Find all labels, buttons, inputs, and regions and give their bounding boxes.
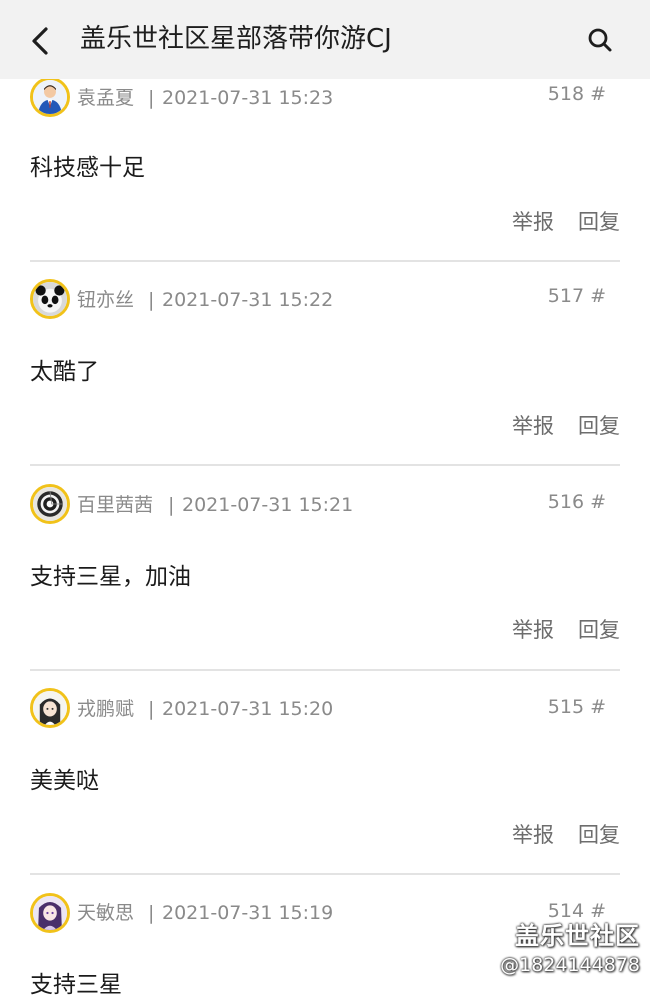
search-icon [588,28,612,52]
post-content: 太酷了 [30,359,99,385]
watermark-user: @1824144878 [500,954,640,976]
divider [30,669,620,671]
divider [30,260,620,262]
search-button[interactable] [580,20,620,60]
avatar[interactable] [30,893,70,933]
divider [30,464,620,466]
back-button[interactable] [18,18,64,64]
avatar[interactable] [30,688,70,728]
avatar[interactable] [30,77,70,117]
username[interactable]: 百里茜茜 [77,493,153,517]
anime-character-avatar-icon [33,896,67,930]
reply-button[interactable]: 回复 [578,616,620,644]
post-content: 支持三星 [30,972,122,997]
username[interactable]: 钮亦丝 [77,288,134,312]
chevron-left-icon [32,27,48,55]
page-title: 盖乐世社区星部落带你游CJ [80,24,392,54]
meta-separator: | [168,494,175,516]
post-feed[interactable]: 袁孟夏 | 2021-07-31 15:23 518 # 科技感十足 举报 回复… [0,0,650,997]
floor-number: 515 # [547,696,606,718]
report-button[interactable]: 举报 [512,208,554,236]
top-bar: 盖乐世社区星部落带你游CJ [0,0,650,79]
meta-separator: | [148,289,155,311]
post-item: 百里茜茜 | 2021-07-31 15:21 516 # 支持三星，加油 举报… [30,464,620,668]
panda-avatar-icon [33,282,67,316]
floor-number: 517 # [547,285,606,307]
post-item: 袁孟夏 | 2021-07-31 15:23 518 # 科技感十足 举报 回复 [30,58,620,262]
report-button[interactable]: 举报 [512,616,554,644]
meta-separator: | [148,87,155,109]
report-button[interactable]: 举报 [512,821,554,849]
post-timestamp: 2021-07-31 15:20 [162,698,334,720]
username[interactable]: 天敏思 [77,901,134,925]
reply-button[interactable]: 回复 [578,821,620,849]
post-timestamp: 2021-07-31 15:23 [162,87,334,109]
post-timestamp: 2021-07-31 15:22 [162,289,334,311]
reply-button[interactable]: 回复 [578,208,620,236]
spiral-avatar-icon [33,487,67,521]
post-item: 戎鹏赋 | 2021-07-31 15:20 515 # 美美哒 举报 回复 [30,669,620,873]
post-content: 美美哒 [30,768,99,794]
anime-girl-avatar-icon [33,691,67,725]
username[interactable]: 袁孟夏 [77,86,134,110]
reply-button[interactable]: 回复 [578,412,620,440]
meta-separator: | [148,698,155,720]
post-timestamp: 2021-07-31 15:19 [162,902,334,924]
post-timestamp: 2021-07-31 15:21 [182,494,354,516]
avatar[interactable] [30,279,70,319]
report-button[interactable]: 举报 [512,412,554,440]
post-item: 钮亦丝 | 2021-07-31 15:22 517 # 太酷了 举报 回复 [30,260,620,464]
username[interactable]: 戎鹏赋 [77,697,134,721]
businessman-avatar-icon [33,80,67,114]
watermark: 盖乐世社区 @1824144878 [500,920,640,978]
meta-separator: | [148,902,155,924]
divider [30,873,620,875]
post-content: 科技感十足 [30,155,145,181]
watermark-brand: 盖乐世社区 [515,922,640,950]
floor-number: 516 # [547,491,606,513]
avatar[interactable] [30,484,70,524]
post-content: 支持三星，加油 [30,564,191,590]
floor-number: 518 # [547,83,606,105]
